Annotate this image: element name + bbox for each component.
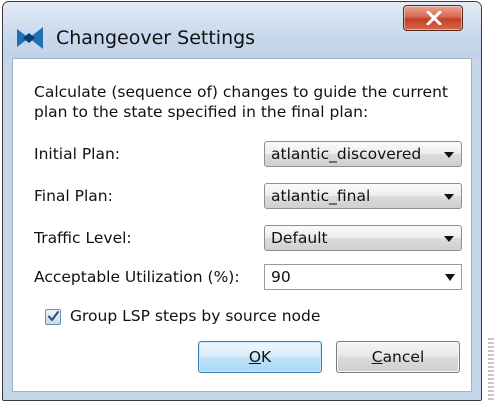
cancel-button[interactable]: Cancel <box>336 341 460 373</box>
initial-plan-select[interactable]: atlantic_discovered <box>264 141 462 167</box>
close-button[interactable] <box>403 5 463 31</box>
close-icon <box>426 11 442 25</box>
chevron-down-icon[interactable] <box>445 274 455 281</box>
acceptable-utilization-input[interactable] <box>265 265 435 289</box>
changeover-settings-dialog: Changeover Settings Calculate (sequence … <box>2 1 482 401</box>
background-dashed-edge <box>488 338 494 400</box>
group-lsp-label[interactable]: Group LSP steps by source node <box>70 307 320 325</box>
description-text: Calculate (sequence of) changes to guide… <box>34 83 448 121</box>
dialog-content: Calculate (sequence of) changes to guide… <box>12 58 472 392</box>
traffic-level-select[interactable]: Default <box>264 225 462 251</box>
acceptable-utilization-label: Acceptable Utilization (%): <box>34 268 240 286</box>
window-title: Changeover Settings <box>56 27 256 49</box>
chevron-down-icon <box>444 236 454 242</box>
chevron-down-icon <box>444 194 454 200</box>
checkmark-icon <box>48 311 59 321</box>
traffic-level-value: Default <box>271 229 328 247</box>
final-plan-value: atlantic_final <box>271 187 371 205</box>
cancel-label-rest: ancel <box>382 348 425 366</box>
chevron-down-icon <box>444 152 454 158</box>
initial-plan-label: Initial Plan: <box>34 145 121 163</box>
cancel-mnemonic: C <box>371 348 383 366</box>
final-plan-select[interactable]: atlantic_final <box>264 183 462 209</box>
traffic-level-label: Traffic Level: <box>34 229 132 247</box>
ok-mnemonic: O <box>248 348 262 366</box>
group-lsp-checkbox[interactable] <box>45 309 61 325</box>
final-plan-label: Final Plan: <box>34 187 113 205</box>
ok-label-rest: K <box>261 348 272 366</box>
title-bar[interactable]: Changeover Settings <box>3 2 481 58</box>
ok-button[interactable]: OK <box>198 341 322 373</box>
initial-plan-value: atlantic_discovered <box>271 145 422 163</box>
acceptable-utilization-combo[interactable] <box>264 264 462 290</box>
app-logo-icon <box>17 27 43 49</box>
